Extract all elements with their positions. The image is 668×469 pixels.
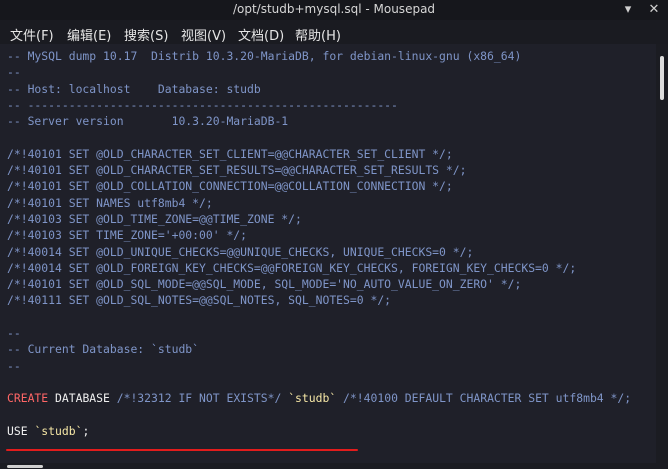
- database-keyword: DATABASE: [48, 391, 117, 406]
- code-line: /*!40014 SET @OLD_UNIQUE_CHECKS=@@UNIQUE…: [7, 244, 474, 259]
- minimize-icon[interactable]: ▾: [618, 0, 638, 20]
- code-line: -- Current Database: `studb`: [7, 342, 200, 357]
- menu-help[interactable]: 帮助(H): [295, 25, 341, 44]
- menu-file[interactable]: 文件(F): [10, 25, 54, 44]
- code-line: USE `studb`;: [7, 423, 631, 439]
- db-name: `studb`: [34, 423, 83, 438]
- horizontal-scrollbar[interactable]: [0, 463, 668, 469]
- code-line: /*!40103 SET TIME_ZONE='+00:00' */;: [7, 228, 248, 243]
- title-bar: /opt/studb+mysql.sql - Mousepad ▾ ✕: [0, 0, 668, 20]
- window-title: /opt/studb+mysql.sql - Mousepad: [232, 2, 436, 16]
- code-line: -- MySQL dump 10.17 Distrib 10.3.20-Mari…: [7, 49, 522, 63]
- scroll-thumb[interactable]: [7, 465, 43, 468]
- if-not-exists-comment: /*!32312 IF NOT EXISTS*/: [116, 391, 289, 406]
- code-line: -- -------------------------------------…: [7, 97, 398, 112]
- code-line: /*!40101 SET @OLD_CHARACTER_SET_RESULTS=…: [7, 163, 467, 178]
- menu-search[interactable]: 搜索(S): [124, 25, 168, 44]
- menu-document[interactable]: 文档(D): [238, 25, 284, 44]
- code-line-highlighted: CREATE DATABASE /*!32312 IF NOT EXISTS*/…: [7, 390, 631, 406]
- red-underline-annotation: [6, 449, 358, 451]
- code-line: /*!40101 SET @OLD_CHARACTER_SET_CLIENT=@…: [7, 146, 453, 161]
- code-line: --: [7, 358, 21, 373]
- code-line: /*!40101 SET NAMES utf8mb4 */;: [7, 195, 213, 210]
- code-line: --: [7, 326, 21, 341]
- scroll-thumb[interactable]: [660, 56, 664, 100]
- close-icon[interactable]: ✕: [644, 0, 664, 20]
- code-line: /*!40111 SET @OLD_SQL_NOTES=@@SQL_NOTES,…: [7, 293, 392, 308]
- db-name: `studb`: [288, 391, 337, 406]
- menu-bar: 文件(F) 编辑(E) 搜索(S) 视图(V) 文档(D) 帮助(H): [0, 20, 668, 44]
- code-line: -- Host: localhost Database: studb: [7, 81, 261, 96]
- code-line: /*!40101 SET @OLD_SQL_MODE=@@SQL_MODE, S…: [7, 277, 522, 292]
- code-line: --: [7, 65, 21, 80]
- use-keyword: USE: [7, 423, 35, 438]
- code-line: /*!40101 SET @OLD_COLLATION_CONNECTION=@…: [7, 179, 453, 194]
- charset-comment: /*!40100 DEFAULT CHARACTER SET utf8mb4 *…: [336, 391, 632, 406]
- text-editor[interactable]: -- MySQL dump 10.17 Distrib 10.3.20-Mari…: [0, 44, 656, 463]
- code-line: /*!40103 SET @OLD_TIME_ZONE=@@TIME_ZONE …: [7, 211, 302, 226]
- menu-edit[interactable]: 编辑(E): [67, 25, 111, 44]
- menu-view[interactable]: 视图(V): [181, 25, 226, 44]
- code-line: -- Server version 10.3.20-MariaDB-1: [7, 114, 289, 129]
- code-text[interactable]: -- MySQL dump 10.17 Distrib 10.3.20-Mari…: [7, 48, 631, 439]
- create-keyword: CREATE: [7, 391, 49, 406]
- vertical-scrollbar[interactable]: [656, 44, 668, 463]
- code-line: /*!40014 SET @OLD_FOREIGN_KEY_CHECKS=@@F…: [7, 260, 577, 275]
- semicolon: ;: [82, 423, 90, 438]
